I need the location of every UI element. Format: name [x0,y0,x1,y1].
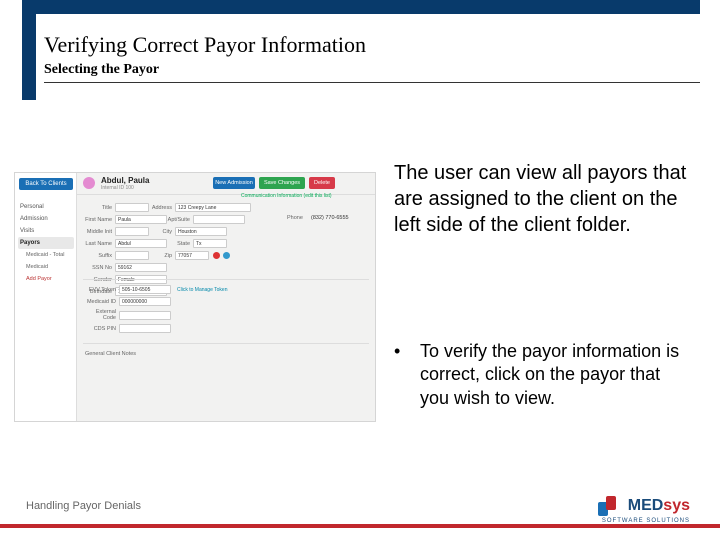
client-header: Abdul, Paula Internal ID 100 New Admissi… [77,173,375,195]
field-last[interactable]: Abdul [115,239,167,248]
left-border [22,0,36,100]
new-admission-button[interactable]: New Admission [213,177,255,189]
logo-text: MEDsys [628,497,690,515]
slide-paragraph: The user can view all payors that are as… [394,160,694,238]
label-suffix: Suffix [83,253,115,259]
payor-item-2[interactable]: Medicaid [18,261,74,273]
manage-token-link[interactable]: Click to Manage Token [177,287,228,293]
label-address: Address [149,205,175,211]
field-external[interactable] [119,311,171,320]
field-medicaid[interactable]: 000000000 [119,297,171,306]
comm-info-link[interactable]: Communication Information (edit this lis… [241,193,371,199]
slide-bullet: • To verify the payor information is cor… [394,340,694,410]
field-middle[interactable] [115,227,149,236]
map-pin-icon[interactable] [213,252,220,259]
client-main: Abdul, Paula Internal ID 100 New Admissi… [77,173,375,421]
tab-visits[interactable]: Visits [18,225,74,237]
field-ssn[interactable]: 59162 [115,263,167,272]
field-first[interactable]: Paula [115,215,167,224]
client-id: Internal ID 100 [101,185,134,191]
client-form-2: EVV Token505-10-6505 Click to Manage Tok… [83,285,369,336]
delete-button[interactable]: Delete [309,177,335,189]
tab-admission[interactable]: Admission [18,213,74,225]
label-zip: Zip [149,253,175,259]
label-evv: EVV Token [83,287,119,293]
bullet-text: To verify the payor information is corre… [420,340,694,410]
tab-payors[interactable]: Payors [18,237,74,249]
field-state[interactable]: Tx [193,239,227,248]
page-title: Verifying Correct Payor Information [44,32,366,58]
label-pin: CDS PIN [83,326,119,332]
field-pin[interactable] [119,324,171,333]
label-first: First Name [83,217,115,223]
title-rule [44,82,700,83]
label-external: External Code [83,309,119,321]
add-payor[interactable]: Add Payor [18,273,74,285]
field-suffix[interactable] [115,251,149,260]
sidebar-tabs: Personal Admission Visits Payors Medicai… [18,201,74,285]
field-apt[interactable] [193,215,245,224]
label-title: Title [83,205,115,211]
app-screenshot: Back To Clients Personal Admission Visit… [14,172,376,422]
field-city[interactable]: Houston [175,227,227,236]
medsys-logo: MEDsys [598,494,690,518]
general-notes-label: General Client Notes [85,351,136,357]
payor-item-1[interactable]: Medicaid - Total [18,249,74,261]
field-title[interactable] [115,203,149,212]
sidebar: Back To Clients Personal Admission Visit… [15,173,77,421]
label-apt: Apt/Suite [167,217,193,223]
label-ssn: SSN No [83,265,115,271]
label-state: State [167,241,193,247]
form-divider [83,279,369,280]
label-last: Last Name [83,241,115,247]
label-city: City [149,229,175,235]
label-middle: Middle Init [83,229,115,235]
tab-personal[interactable]: Personal [18,201,74,213]
bullet-mark: • [394,340,420,410]
field-evv[interactable]: 505-10-6505 [119,285,171,294]
field-address[interactable]: 123 Creepy Lane [175,203,251,212]
logo-mark-icon [598,494,622,518]
client-avatar-icon [83,177,95,189]
page-subtitle: Selecting the Payor [44,62,159,78]
back-button[interactable]: Back To Clients [19,178,73,190]
refresh-icon[interactable] [223,252,230,259]
save-button[interactable]: Save Changes [259,177,305,189]
label-medicaid: Medicaid ID [83,299,119,305]
footer-red-line [0,524,720,528]
client-name: Abdul, Paula [101,176,149,185]
top-border [22,0,700,14]
footer-text: Handling Payor Denials [26,500,141,512]
field-zip[interactable]: 77057 [175,251,209,260]
form-divider-2 [83,343,369,344]
